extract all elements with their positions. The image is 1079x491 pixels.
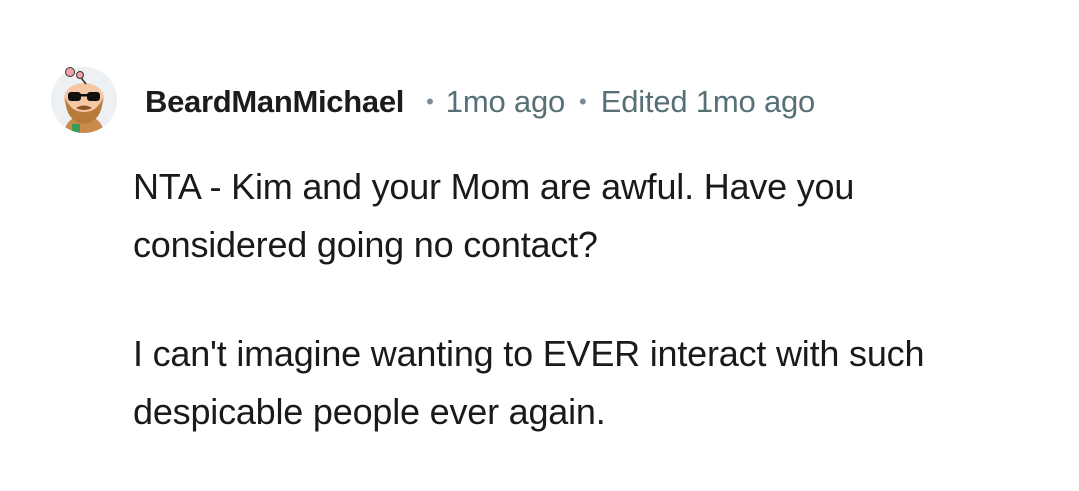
snoo-avatar-icon [51, 67, 117, 133]
separator-dot: • [579, 89, 587, 114]
username-link[interactable]: BeardManMichael [145, 84, 404, 120]
comment: BeardManMichael • 1mo ago • Edited 1mo a… [0, 0, 1079, 491]
user-avatar-icon[interactable] [50, 66, 118, 134]
edited-label: Edited 1mo ago [600, 84, 816, 119]
comment-body: NTA - Kim and your Mom are awful. Have y… [133, 158, 1033, 441]
comment-paragraph: NTA - Kim and your Mom are awful. Have y… [133, 166, 855, 265]
comment-paragraph: I can't imagine wanting to EVER interact… [133, 333, 925, 432]
comment-meta: BeardManMichael • 1mo ago • Edited 1mo a… [145, 80, 815, 124]
comment-timestamp[interactable]: 1mo ago [446, 84, 565, 120]
separator-dot: • [426, 89, 434, 114]
